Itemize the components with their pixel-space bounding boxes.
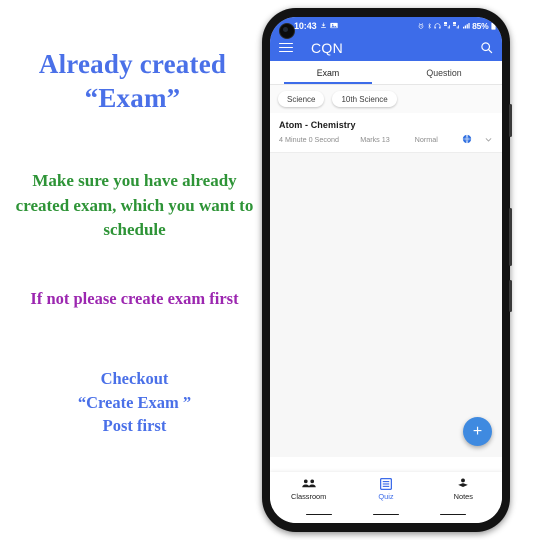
sim1-signal-icon bbox=[443, 22, 451, 29]
annotation-title: Already created “Exam” bbox=[38, 49, 227, 113]
chip-science[interactable]: Science bbox=[278, 91, 325, 107]
app-title: CQN bbox=[311, 39, 344, 56]
annotation-purple-note: If not please create exam first bbox=[30, 289, 239, 308]
tab-exam-label: Exam bbox=[316, 67, 340, 78]
annotation-blue-note: Checkout “Create Exam ” Post first bbox=[77, 369, 192, 435]
annotation-green-note: Make sure you have already created exam,… bbox=[15, 171, 254, 239]
tab-bar: Exam Question bbox=[270, 61, 502, 85]
exam-level: Normal bbox=[414, 134, 438, 144]
nav-item-notes[interactable]: Notes bbox=[425, 477, 502, 501]
nav-item-quiz[interactable]: Quiz bbox=[347, 477, 424, 501]
home-button[interactable] bbox=[372, 513, 399, 516]
app-bar: CQN bbox=[270, 34, 502, 61]
globe-public-icon[interactable] bbox=[462, 134, 484, 144]
nav-item-classroom-label: Classroom bbox=[291, 491, 327, 501]
annotation-panel: Already created “Exam” Make sure you hav… bbox=[0, 0, 265, 540]
status-bar: 10:43 85% bbox=[270, 17, 502, 34]
tab-question[interactable]: Question bbox=[386, 61, 502, 84]
tab-question-label: Question bbox=[426, 67, 462, 78]
book-notes-icon bbox=[457, 477, 469, 490]
plus-icon: + bbox=[472, 422, 483, 440]
alarm-icon bbox=[418, 22, 424, 29]
tab-exam[interactable]: Exam bbox=[270, 61, 386, 84]
filter-chip-row: Science 10th Science bbox=[270, 85, 502, 113]
search-icon[interactable] bbox=[480, 41, 493, 54]
phone-screen: 10:43 85% CQN Exam Question Science 10th… bbox=[270, 17, 502, 523]
front-camera-icon bbox=[279, 23, 295, 39]
chevron-down-icon[interactable] bbox=[484, 135, 493, 144]
exam-duration: 4 Minute 0 Second bbox=[279, 134, 339, 144]
phone-mockup: 10:43 85% CQN Exam Question Science 10th… bbox=[262, 8, 512, 532]
people-group-icon bbox=[301, 477, 316, 490]
android-system-nav bbox=[270, 506, 502, 523]
battery-icon bbox=[491, 21, 496, 30]
bluetooth-icon bbox=[427, 22, 432, 29]
exam-marks: Marks 13 bbox=[360, 134, 390, 144]
recents-button[interactable] bbox=[439, 513, 466, 516]
exam-list: Atom - Chemistry 4 Minute 0 Second Marks… bbox=[270, 113, 502, 457]
add-exam-fab[interactable]: + bbox=[463, 417, 492, 446]
bottom-navigation: Classroom Quiz Notes bbox=[270, 472, 502, 506]
screenshot-icon bbox=[329, 22, 338, 29]
list-quiz-icon bbox=[379, 477, 392, 490]
nav-item-notes-label: Notes bbox=[453, 491, 473, 501]
volume-up-button[interactable] bbox=[509, 104, 512, 137]
nav-item-quiz-label: Quiz bbox=[378, 491, 394, 501]
wifi-signal-icon bbox=[462, 22, 470, 29]
status-time: 10:43 bbox=[294, 20, 317, 31]
sim2-signal-icon bbox=[453, 22, 460, 29]
nav-item-classroom[interactable]: Classroom bbox=[270, 477, 347, 501]
volume-down-button[interactable] bbox=[509, 208, 512, 266]
power-button[interactable] bbox=[509, 280, 512, 312]
exam-title: Atom - Chemistry bbox=[279, 120, 356, 130]
chip-10th-science[interactable]: 10th Science bbox=[332, 91, 397, 107]
hamburger-menu-icon[interactable] bbox=[279, 42, 293, 53]
exam-meta-row: 4 Minute 0 Second Marks 13 Normal bbox=[279, 134, 493, 144]
back-button[interactable] bbox=[306, 513, 333, 516]
battery-percentage: 85% bbox=[472, 20, 489, 31]
exam-card[interactable]: Atom - Chemistry 4 Minute 0 Second Marks… bbox=[270, 113, 502, 153]
headset-icon bbox=[434, 22, 441, 29]
downloads-icon bbox=[320, 22, 327, 29]
